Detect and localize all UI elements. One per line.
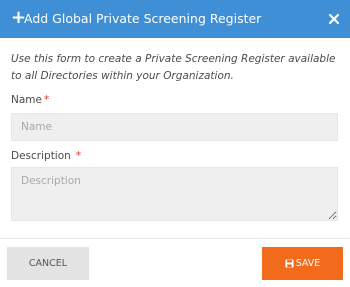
name-label: Name * <box>11 93 49 107</box>
save-icon <box>285 259 294 268</box>
description-label-text: Description <box>11 150 71 162</box>
description-required-marker: * <box>75 150 82 162</box>
description-textarea[interactable] <box>11 167 338 221</box>
close-icon <box>329 14 339 24</box>
footer-divider <box>0 238 350 239</box>
save-button-label: SAVE <box>295 258 321 269</box>
modal-header: + Add Global Private Screening Register <box>0 0 350 38</box>
close-button[interactable] <box>325 9 343 29</box>
description-label: Description * <box>11 149 81 163</box>
cancel-button-label: CANCEL <box>28 258 68 269</box>
name-label-text: Name <box>11 94 42 106</box>
plus-icon: + <box>11 7 27 28</box>
intro-text: Use this form to create a Private Screen… <box>11 53 336 82</box>
save-button[interactable]: SAVE <box>262 247 343 280</box>
name-required-marker: * <box>43 94 50 106</box>
modal-title: Add Global Private Screening Register <box>24 11 262 26</box>
add-register-modal: + Add Global Private Screening Register … <box>0 0 350 287</box>
name-input[interactable] <box>11 113 338 141</box>
cancel-button[interactable]: CANCEL <box>7 247 89 280</box>
